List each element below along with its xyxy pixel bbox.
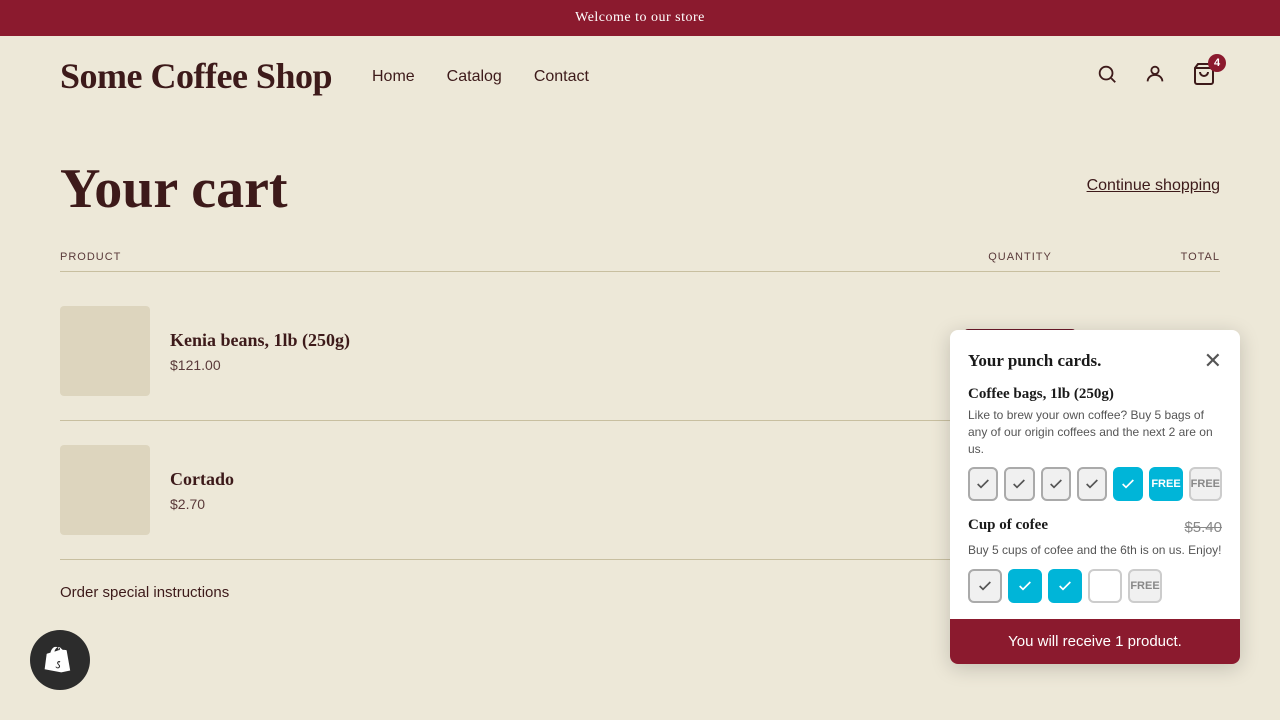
punch-card-section-coffee-bags: Coffee bags, 1lb (250g) Like to brew you… <box>968 386 1222 501</box>
punch-card-popup: Your punch cards. ✕ Coffee bags, 1lb (25… <box>950 330 1240 664</box>
checkmark-icon <box>1017 578 1033 594</box>
checkmark-icon <box>1084 476 1100 492</box>
col-header-product: PRODUCT <box>60 251 940 263</box>
punch-dot-empty <box>1088 569 1122 603</box>
banner-text: Welcome to our store <box>575 10 705 25</box>
checkmark-icon <box>1048 476 1064 492</box>
punch-dot <box>968 467 998 501</box>
cart-title: Your cart <box>60 157 288 221</box>
product-price: $2.70 <box>170 496 234 512</box>
search-button[interactable] <box>1092 59 1122 95</box>
checkmark-icon <box>1011 476 1027 492</box>
punch-dot-free-empty: FREE <box>1128 569 1162 603</box>
punch-card-section-desc: Buy 5 cups of cofee and the 6th is on us… <box>968 542 1222 559</box>
punch-card-section-name: Coffee bags, 1lb (250g) <box>968 386 1222 403</box>
punch-card-section-desc: Like to brew your own coffee? Buy 5 bags… <box>968 407 1222 457</box>
col-header-total: TOTAL <box>1100 251 1220 263</box>
punch-dot <box>1008 569 1042 603</box>
checkmark-icon <box>975 476 991 492</box>
product-name: Kenia beans, 1lb (250g) <box>170 330 350 351</box>
punch-dots-coffee-bags: FREE FREE <box>968 467 1222 501</box>
site-title: Some Coffee Shop <box>60 56 332 97</box>
punch-card-section-name: Cup of cofee <box>968 517 1048 534</box>
product-info: Kenia beans, 1lb (250g) $121.00 <box>60 306 940 396</box>
announcement-banner: Welcome to our store <box>0 0 1280 36</box>
nav-catalog[interactable]: Catalog <box>447 68 502 86</box>
punch-dot-free-empty: FREE <box>1189 467 1222 501</box>
product-details: Kenia beans, 1lb (250g) $121.00 <box>170 330 350 373</box>
cart-button[interactable]: 4 <box>1188 58 1220 96</box>
checkmark-icon <box>1120 476 1136 492</box>
col-header-quantity: QUANTITY <box>940 251 1100 263</box>
popup-footer: You will receive 1 product. <box>950 619 1240 664</box>
account-button[interactable] <box>1140 59 1170 95</box>
popup-header: Your punch cards. ✕ <box>968 350 1222 372</box>
cart-header: Your cart Continue shopping <box>60 157 1220 221</box>
product-thumbnail <box>60 445 150 535</box>
punch-dots-cup: FREE <box>968 569 1222 603</box>
continue-shopping-button[interactable]: Continue shopping <box>1087 177 1220 195</box>
account-icon <box>1144 63 1166 85</box>
punch-dot-free: FREE <box>1149 467 1182 501</box>
product-name: Cortado <box>170 469 234 490</box>
header-icons: 4 <box>1092 58 1220 96</box>
product-price: $121.00 <box>170 357 350 373</box>
punch-dot <box>968 569 1002 603</box>
checkmark-icon <box>977 578 993 594</box>
popup-title: Your punch cards. <box>968 351 1101 371</box>
punch-dot <box>1041 467 1071 501</box>
cup-header: Cup of cofee $5.40 <box>968 517 1222 538</box>
punch-card-section-cup: Cup of cofee $5.40 Buy 5 cups of cofee a… <box>968 517 1222 603</box>
nav-home[interactable]: Home <box>372 68 415 86</box>
header-left: Some Coffee Shop Home Catalog Contact <box>60 56 589 97</box>
site-header: Some Coffee Shop Home Catalog Contact 4 <box>0 36 1280 117</box>
cart-table-header: PRODUCT QUANTITY TOTAL <box>60 251 1220 272</box>
shopify-badge[interactable] <box>30 630 90 690</box>
punch-dot <box>1077 467 1107 501</box>
popup-footer-text: You will receive 1 product. <box>1008 633 1182 650</box>
popup-close-button[interactable]: ✕ <box>1204 350 1222 372</box>
product-info: Cortado $2.70 <box>60 445 940 535</box>
cup-price: $5.40 <box>1184 519 1222 536</box>
cart-badge: 4 <box>1208 54 1226 72</box>
checkmark-icon <box>1057 578 1073 594</box>
search-icon <box>1096 63 1118 85</box>
main-nav: Home Catalog Contact <box>372 68 589 86</box>
shopify-icon <box>44 644 76 676</box>
punch-dot <box>1113 467 1143 501</box>
punch-dot <box>1048 569 1082 603</box>
product-thumbnail <box>60 306 150 396</box>
punch-dot <box>1004 467 1034 501</box>
product-details: Cortado $2.70 <box>170 469 234 512</box>
nav-contact[interactable]: Contact <box>534 68 589 86</box>
